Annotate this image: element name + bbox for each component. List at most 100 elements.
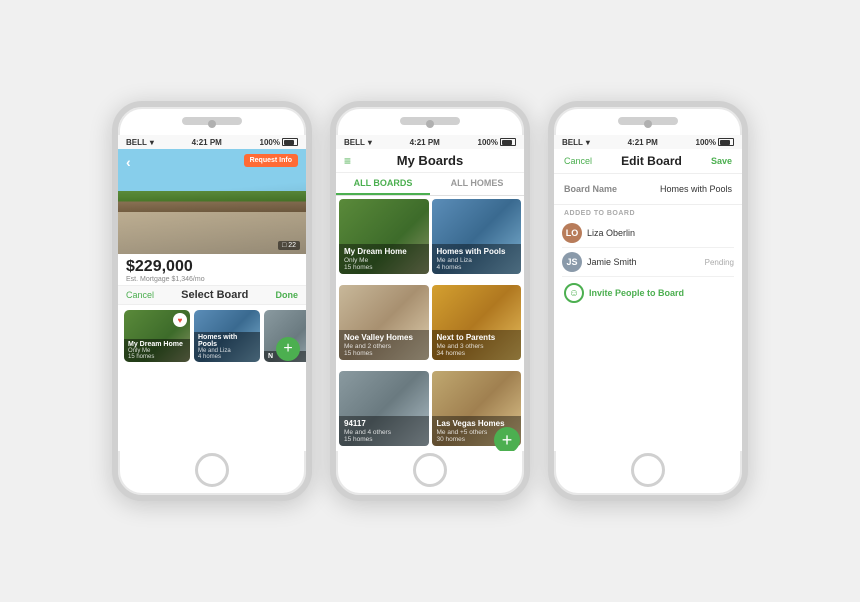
carrier-2: BELL xyxy=(344,138,365,147)
mortgage: Est. Mortgage $1,346/mo xyxy=(126,276,298,283)
house-image: ‹ Request Info □ 22 xyxy=(118,149,306,254)
board-small-2-homes: 4 homes xyxy=(198,354,256,360)
wifi-2: ▾ xyxy=(368,138,372,147)
price-section: $229,000 Est. Mortgage $1,346/mo xyxy=(118,254,306,285)
status-bar-1: BELL ▾ 4:21 PM 100% xyxy=(118,135,306,149)
phone-screen-3: BELL ▾ 4:21 PM 100% Cancel Edit Board Sa… xyxy=(554,135,742,451)
tab-all-homes[interactable]: ALL HOMES xyxy=(430,173,524,195)
board-name-row: Board Name Homes with Pools xyxy=(564,180,732,198)
member-row-1: LO Liza Oberlin xyxy=(562,219,734,248)
time-1: 4:21 PM xyxy=(192,138,222,147)
edit-board-header: Cancel Edit Board Save xyxy=(554,149,742,174)
member-name-2: Jamie Smith xyxy=(587,257,637,267)
battery-1: 100% xyxy=(260,138,280,147)
bc-sub-3: Me and 2 others xyxy=(344,343,424,350)
bc-homes-2: 4 homes xyxy=(437,264,517,271)
cancel-edit-button[interactable]: Cancel xyxy=(564,156,592,166)
member-status-2: Pending xyxy=(705,258,734,267)
request-info-button[interactable]: Request Info xyxy=(244,154,298,167)
board-small-2[interactable]: Homes with Pools Me and Liza 4 homes xyxy=(194,310,260,362)
board-card-1[interactable]: My Dream Home Only Me 15 homes xyxy=(339,199,429,274)
member-list: LO Liza Oberlin JS Jamie Smith Pending xyxy=(554,219,742,277)
battery-3: 100% xyxy=(696,138,716,147)
phone-camera-2 xyxy=(426,120,434,128)
board-small-1[interactable]: My Dream Home Only Me 15 homes ♥ xyxy=(124,310,190,362)
select-board-header: Cancel Select Board Done xyxy=(118,285,306,305)
boards-grid-small: My Dream Home Only Me 15 homes ♥ Homes w… xyxy=(118,305,306,367)
board-card-3-overlay: Noe Valley Homes Me and 2 others 15 home… xyxy=(339,330,429,360)
battery-icon-1 xyxy=(282,138,298,146)
back-button[interactable]: ‹ xyxy=(126,154,131,170)
carrier-3: BELL xyxy=(562,138,583,147)
bc-name-5: 94117 xyxy=(344,419,424,429)
phone-screen-1: BELL ▾ 4:21 PM 100% ‹ Request Info □ 22 … xyxy=(118,135,306,451)
phone-camera-3 xyxy=(644,120,652,128)
battery-2: 100% xyxy=(478,138,498,147)
add-board-button-small[interactable]: + xyxy=(276,337,300,361)
bc-name-2: Homes with Pools xyxy=(437,247,517,257)
photo-count: □ 22 xyxy=(278,241,300,250)
board-name-label: Board Name xyxy=(564,184,617,194)
avatar-2: JS xyxy=(562,252,582,272)
carrier-1: BELL xyxy=(126,138,147,147)
member-name-1: Liza Oberlin xyxy=(587,228,635,238)
board-small-1-info: My Dream Home Only Me 15 homes xyxy=(124,339,190,362)
phone-screen-2: BELL ▾ 4:21 PM 100% ≡ My Boards ALL BOAR… xyxy=(336,135,524,451)
battery-icon-3 xyxy=(718,138,734,146)
invite-row[interactable]: ☺ Invite People to Board xyxy=(554,277,742,309)
phone-2: BELL ▾ 4:21 PM 100% ≡ My Boards ALL BOAR… xyxy=(330,101,530,501)
board-card-3[interactable]: Noe Valley Homes Me and 2 others 15 home… xyxy=(339,285,429,360)
done-button[interactable]: Done xyxy=(275,290,298,300)
board-card-1-overlay: My Dream Home Only Me 15 homes xyxy=(339,244,429,274)
bc-sub-4: Me and 3 others xyxy=(437,343,517,350)
board-card-2-overlay: Homes with Pools Me and Liza 4 homes xyxy=(432,244,522,274)
price: $229,000 xyxy=(126,258,298,276)
bc-name-4: Next to Parents xyxy=(437,333,517,343)
board-card-4[interactable]: Next to Parents Me and 3 others 34 homes xyxy=(432,285,522,360)
avatar-2-initials: JS xyxy=(566,257,577,267)
board-small-2-info: Homes with Pools Me and Liza 4 homes xyxy=(194,332,260,362)
add-board-button[interactable]: + xyxy=(494,427,520,451)
phone2-header: ≡ My Boards xyxy=(336,149,524,173)
tab-all-boards[interactable]: ALL BOARDS xyxy=(336,173,430,195)
board-name-section: Board Name Homes with Pools xyxy=(554,174,742,205)
bc-homes-1: 15 homes xyxy=(344,264,424,271)
time-2: 4:21 PM xyxy=(410,138,440,147)
bc-sub-1: Only Me xyxy=(344,257,424,264)
bc-homes-3: 15 homes xyxy=(344,350,424,357)
status-bar-2: BELL ▾ 4:21 PM 100% xyxy=(336,135,524,149)
board-name-value[interactable]: Homes with Pools xyxy=(660,184,732,194)
time-3: 4:21 PM xyxy=(628,138,658,147)
boards-grid: My Dream Home Only Me 15 homes Homes wit… xyxy=(336,196,524,451)
cancel-select-board[interactable]: Cancel xyxy=(126,290,154,300)
phones-container: BELL ▾ 4:21 PM 100% ‹ Request Info □ 22 … xyxy=(112,101,748,501)
board-card-5-overlay: 94117 Me and 4 others 15 homes xyxy=(339,416,429,446)
bc-sub-5: Me and 4 others xyxy=(344,429,424,436)
wifi-3: ▾ xyxy=(586,138,590,147)
tabs-row: ALL BOARDS ALL HOMES xyxy=(336,173,524,196)
bc-name-3: Noe Valley Homes xyxy=(344,333,424,343)
avatar-1-initials: LO xyxy=(566,228,579,238)
bc-sub-2: Me and Liza xyxy=(437,257,517,264)
save-button[interactable]: Save xyxy=(711,156,732,166)
board-card-5[interactable]: 94117 Me and 4 others 15 homes xyxy=(339,371,429,446)
avatar-1: LO xyxy=(562,223,582,243)
bc-homes-5: 15 homes xyxy=(344,436,424,443)
board-card-4-overlay: Next to Parents Me and 3 others 34 homes xyxy=(432,330,522,360)
status-bar-3: BELL ▾ 4:21 PM 100% xyxy=(554,135,742,149)
hamburger-menu[interactable]: ≡ xyxy=(344,154,351,168)
board-card-2[interactable]: Homes with Pools Me and Liza 4 homes xyxy=(432,199,522,274)
bc-homes-4: 34 homes xyxy=(437,350,517,357)
board-small-1-name: My Dream Home xyxy=(128,341,186,348)
select-board-title: Select Board xyxy=(181,289,248,301)
wifi-1: ▾ xyxy=(150,138,154,147)
board-small-1-homes: 15 homes xyxy=(128,354,186,360)
phone-3: BELL ▾ 4:21 PM 100% Cancel Edit Board Sa… xyxy=(548,101,748,501)
my-boards-title: My Boards xyxy=(397,153,463,168)
invite-text: Invite People to Board xyxy=(589,288,684,298)
heart-icon: ♥ xyxy=(173,313,187,327)
bc-name-1: My Dream Home xyxy=(344,247,424,257)
member-row-2: JS Jamie Smith Pending xyxy=(562,248,734,277)
phone-1: BELL ▾ 4:21 PM 100% ‹ Request Info □ 22 … xyxy=(112,101,312,501)
battery-icon-2 xyxy=(500,138,516,146)
